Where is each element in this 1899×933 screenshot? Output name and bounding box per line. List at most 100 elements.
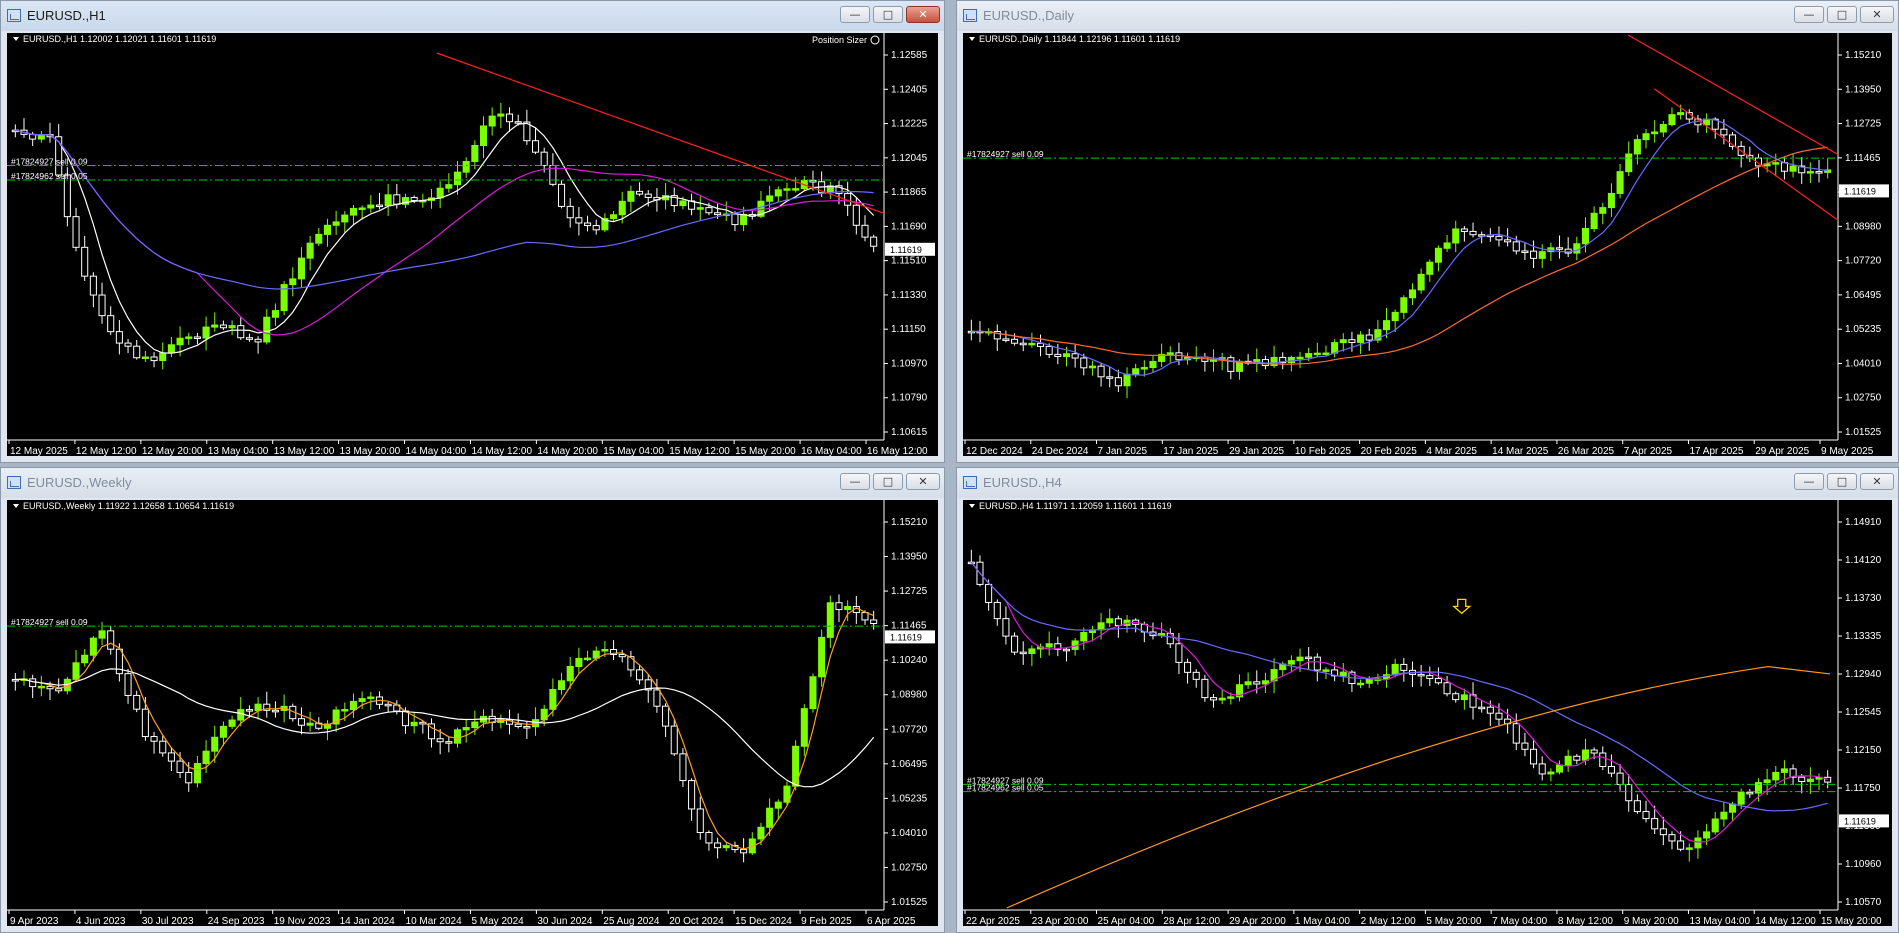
candle [98, 630, 106, 639]
close-button[interactable]: ✕ [906, 6, 940, 23]
maximize-button[interactable]: □ [873, 6, 903, 23]
price-tick-label: 1.15210 [1845, 50, 1882, 61]
candle [1616, 772, 1624, 786]
candle [705, 207, 713, 214]
candle [1555, 247, 1564, 250]
window-titlebar[interactable]: EURUSD.,Daily — □ ✕ [957, 1, 1898, 31]
time-tick-label: 6 Apr 2025 [867, 916, 916, 926]
candle [792, 188, 800, 191]
chart-area[interactable]: 1.152101.139501.127251.114651.102401.089… [963, 33, 1892, 456]
price-chart-svg[interactable]: 1.12585 1.12405 1.12225 1.12045 1.11865 1.116… [7, 33, 938, 456]
time-tick-label: 19 Nov 2023 [274, 916, 331, 926]
time-tick-label: 7 May 04:00 [1492, 916, 1547, 926]
minimize-button[interactable]: — [1794, 6, 1824, 23]
candle [245, 337, 253, 340]
candle [245, 709, 253, 712]
chart-area[interactable]: 1.12585 1.12405 1.12225 1.12045 1.11865 1.116… [7, 33, 938, 456]
candle [1114, 618, 1122, 626]
trendline[interactable] [436, 52, 885, 214]
candle [81, 654, 89, 664]
candle [1720, 128, 1728, 136]
candle [1322, 352, 1330, 356]
chart-window-weekly[interactable]: EURUSD.,Weekly — □ ✕ 1.15210 1.13950 1.127… [0, 467, 945, 933]
time-tick-label: 13 May 04:00 [1689, 916, 1750, 926]
chart-area[interactable]: 1.152101.139501.127251.114651.102401.089… [7, 500, 938, 926]
candle [297, 718, 305, 726]
candle [271, 709, 279, 713]
close-button[interactable]: ✕ [1860, 473, 1894, 490]
candle [731, 213, 739, 226]
candle [1633, 139, 1641, 155]
candle [1607, 192, 1615, 209]
candle [714, 842, 722, 849]
candle [1088, 365, 1096, 369]
price-tick-label: 1.11465 [891, 621, 927, 632]
maximize-button[interactable]: □ [1827, 6, 1857, 23]
maximize-button[interactable]: □ [1827, 473, 1857, 490]
price-tick-label: 1.11690 [891, 221, 927, 232]
chart-area[interactable]: 1.14910 1.14120 1.13730 1.13335 1.12940 1.125… [963, 500, 1892, 926]
price-chart-svg[interactable]: 1.152101.139501.127251.114651.102401.089… [963, 33, 1892, 456]
candle [1538, 251, 1546, 259]
minimize-button[interactable]: — [840, 473, 870, 490]
ma-fast-line [15, 122, 875, 354]
candle [1772, 162, 1780, 165]
candle [1391, 663, 1399, 676]
candle [367, 204, 375, 209]
window-titlebar[interactable]: EURUSD.,H1 — □ ✕ [1, 1, 944, 31]
price-chart-svg[interactable]: 1.152101.139501.127251.114651.102401.089… [7, 500, 938, 926]
trendline-lower[interactable] [1653, 88, 1839, 221]
position-sizer-icon[interactable] [870, 35, 880, 45]
order-label: #17824927 sell 0.09 [11, 617, 88, 627]
candle [1581, 749, 1590, 761]
window-titlebar[interactable]: EURUSD.,H4 — □ ✕ [957, 468, 1898, 498]
chart-header: EURUSD.,H4 1.11971 1.12059 1.11601 1.116… [979, 501, 1172, 511]
candle [610, 214, 618, 220]
chart-window-h4[interactable]: EURUSD.,H4 — □ ✕ 1.14910 1.14120 1.13730 1.… [956, 467, 1899, 933]
minimize-button[interactable]: — [1794, 473, 1824, 490]
chart-window-h1[interactable]: EURUSD.,H1 — □ ✕ 1.12585 1.12405 1.12225 1.… [0, 0, 945, 463]
candle [55, 688, 63, 692]
down-arrow-icon[interactable] [1452, 598, 1472, 615]
position-sizer-label[interactable]: Position Sizer [812, 35, 867, 45]
candle [1599, 207, 1607, 214]
minimize-button[interactable]: — [840, 6, 870, 23]
price-tick-label: 1.10615 [891, 427, 928, 438]
price-chart-svg[interactable]: 1.14910 1.14120 1.13730 1.13335 1.12940 1.125… [963, 500, 1892, 926]
time-tick-label: 9 Apr 2023 [10, 916, 59, 926]
window-titlebar[interactable]: EURUSD.,Weekly — □ ✕ [1, 468, 944, 498]
candle [1261, 680, 1269, 685]
candle [696, 808, 704, 834]
candle [176, 337, 184, 346]
ma-slow-line [971, 146, 1828, 365]
candle [1339, 671, 1347, 677]
candle [1720, 811, 1728, 820]
candle [1521, 250, 1529, 253]
close-button[interactable]: ✕ [906, 473, 940, 490]
price-tick-label: 1.11330 [891, 290, 927, 301]
candle [176, 760, 184, 773]
chart-menu-icon[interactable] [13, 37, 19, 41]
chart-window-daily[interactable]: EURUSD.,Daily — □ ✕ 1.15210 1.13950 1.1272… [956, 0, 1899, 463]
chart-menu-icon[interactable] [13, 504, 19, 508]
chart-header: EURUSD.,Daily 1.11844 1.12196 1.11601 1.… [979, 34, 1180, 44]
price-tick-label: 1.12405 [891, 84, 928, 95]
candle [575, 217, 583, 224]
close-button[interactable]: ✕ [1860, 6, 1894, 23]
candle [740, 213, 748, 226]
price-tick-label: 1.07720 [891, 724, 928, 735]
chart-menu-icon[interactable] [969, 504, 975, 508]
candle [1253, 681, 1261, 685]
chart-menu-icon[interactable] [969, 37, 975, 41]
candle [1443, 242, 1451, 249]
chart-header: EURUSD.,H1 1.12002 1.12021 1.11601 1.116… [23, 34, 216, 44]
candle [1798, 776, 1806, 783]
candle [1400, 297, 1408, 313]
candle [1521, 742, 1529, 750]
price-tick-label: 1.12225 [891, 119, 928, 130]
candle [774, 801, 782, 809]
maximize-button[interactable]: □ [873, 473, 903, 490]
candle [514, 723, 522, 727]
candle [1062, 353, 1071, 358]
candle [505, 113, 514, 123]
